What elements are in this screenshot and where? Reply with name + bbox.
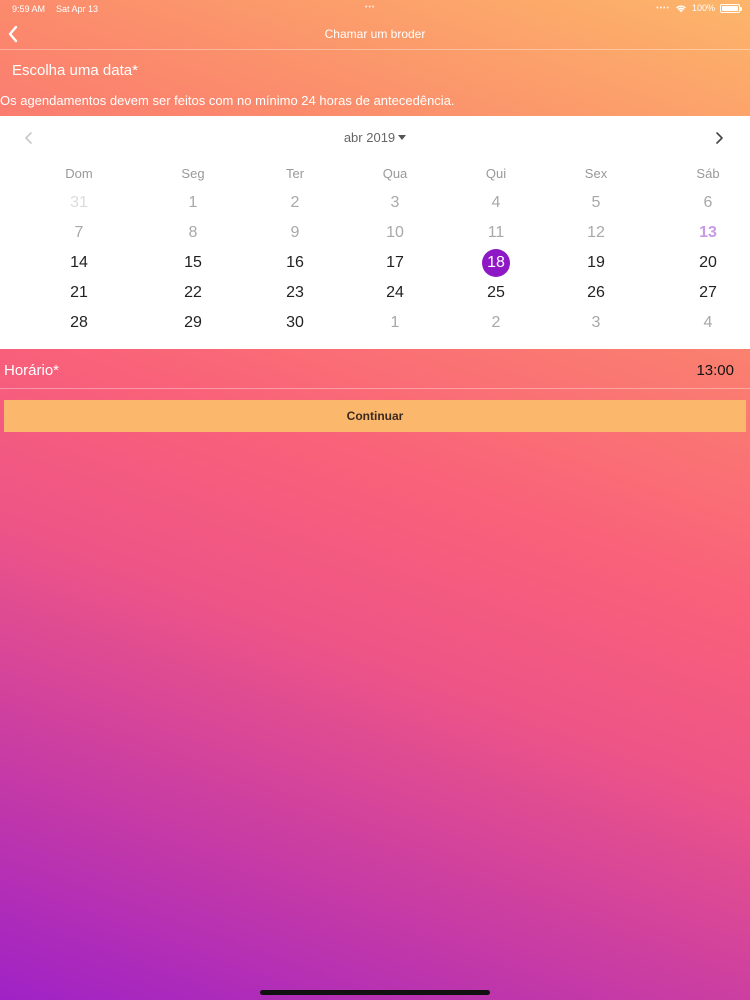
status-dots-icon: •••• [656,4,670,12]
calendar-day-disabled: 1 [188,194,198,211]
weekday-label: Seg [181,166,205,181]
calendar-week: 21 22 23 24 25 26 27 [0,278,750,308]
calendar-day[interactable]: 14 [19,248,139,278]
calendar-day[interactable]: 29 [139,308,247,338]
weekday-label: Ter [285,166,305,181]
calendar-day-disabled: 9 [290,224,300,241]
weekday-label: Qua [382,166,408,181]
calendar-day[interactable]: 27 [647,278,750,308]
calendar-week: 31 1 2 3 4 5 6 [0,188,750,218]
calendar-week: 28 29 30 1 2 3 4 [0,308,750,338]
calendar-day-disabled: 8 [188,224,198,241]
calendar-day[interactable]: 25 [447,278,545,308]
calendar-day-disabled: 7 [74,224,84,241]
calendar-day-disabled: 31 [70,194,88,211]
nav-bar: Chamar um broder [0,18,750,50]
calendar-day[interactable]: 21 [19,278,139,308]
calendar-day[interactable]: 15 [139,248,247,278]
status-bar: 9:59 AM Sat Apr 13 ••• •••• 100% [0,0,750,18]
wifi-icon [675,5,686,12]
calendar-day[interactable]: 19 [545,248,647,278]
nav-title: Chamar um broder [324,27,426,41]
weekday-label: Sáb [696,166,720,181]
date-label: Escolha uma data* [12,62,138,79]
month-label: abr 2019 [343,130,396,145]
calendar-day-disabled: 5 [591,194,601,211]
caret-down-icon [398,135,407,140]
calendar-day-next-month[interactable]: 2 [447,308,545,338]
next-month-button[interactable] [710,129,728,147]
calendar-day-disabled: 2 [290,194,300,211]
chevron-right-icon [716,132,723,144]
battery-icon [720,3,742,13]
calendar-day-disabled: 10 [386,224,404,241]
calendar-day[interactable]: 28 [19,308,139,338]
time-value[interactable]: 13:00 [696,362,734,379]
continue-button[interactable]: Continuar [4,400,746,432]
home-indicator [260,990,490,995]
calendar-week: 7 8 9 10 11 12 13 [0,218,750,248]
weekday-label: Sex [584,166,608,181]
calendar: abr 2019 Dom Seg Ter Qua Qui Sex Sáb 31 … [0,116,750,349]
calendar-day-next-month[interactable]: 1 [343,308,447,338]
calendar-day-disabled: 12 [587,224,605,241]
calendar-day[interactable]: 16 [247,248,343,278]
calendar-day[interactable]: 22 [139,278,247,308]
status-right: •••• 100% [656,3,742,13]
weekday-label: Qui [485,166,507,181]
scheduling-notice: Os agendamentos devem ser feitos com no … [0,93,455,108]
calendar-day[interactable]: 30 [247,308,343,338]
calendar-day-disabled: 3 [390,194,400,211]
month-selector[interactable]: abr 2019 [0,130,750,145]
calendar-day[interactable]: 26 [545,278,647,308]
calendar-header: abr 2019 [0,116,750,160]
calendar-day-disabled: 11 [487,224,505,241]
calendar-week: 14 15 16 17 18 19 20 [0,248,750,278]
calendar-day-next-month[interactable]: 3 [545,308,647,338]
calendar-day-selected[interactable]: 18 [447,248,545,278]
time-picker-row[interactable]: Horário* 13:00 [0,355,750,389]
time-label: Horário* [4,362,60,379]
calendar-day[interactable]: 17 [343,248,447,278]
weekday-label: Dom [65,166,93,181]
calendar-day-disabled: 4 [491,194,501,211]
calendar-day-disabled: 6 [703,194,713,211]
calendar-day[interactable]: 23 [247,278,343,308]
multitasking-dots-icon: ••• [365,4,376,11]
battery-percent: 100% [691,3,715,13]
status-date: Sat Apr 13 [56,4,99,14]
calendar-day-today: 13 [699,224,717,241]
status-time: 9:59 AM [12,4,46,14]
calendar-day-next-month[interactable]: 4 [647,308,750,338]
calendar-day[interactable]: 24 [343,278,447,308]
calendar-day[interactable]: 20 [647,248,750,278]
weekday-header: Dom Seg Ter Qua Qui Sex Sáb [0,160,750,188]
